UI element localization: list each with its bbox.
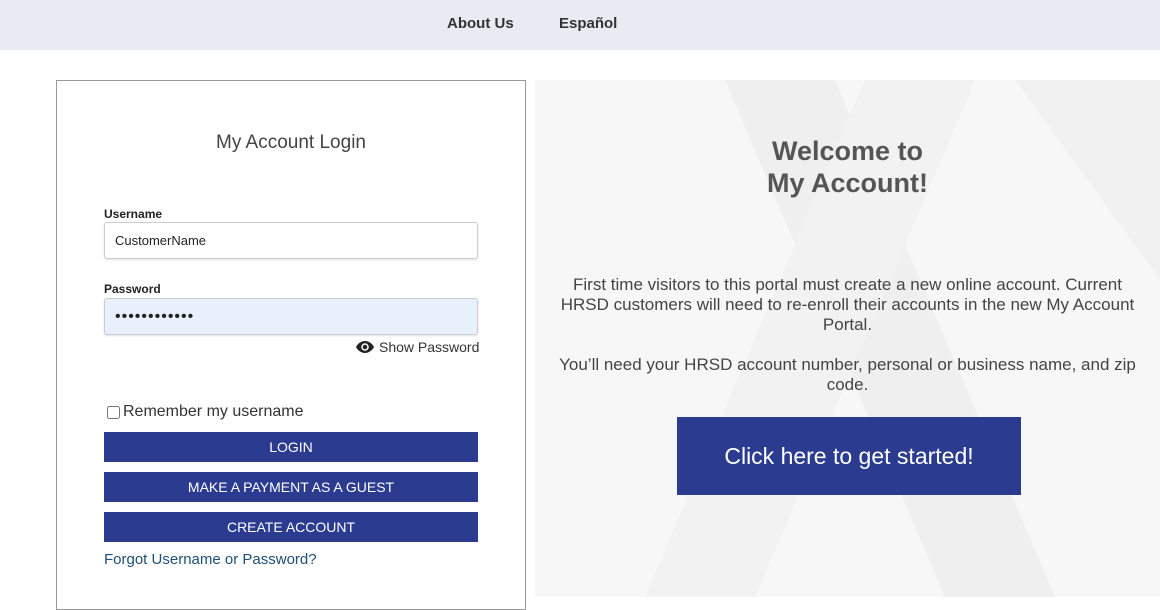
login-panel: My Account Login Username Password Show … (56, 80, 526, 610)
welcome-title-line2: My Account! (767, 168, 928, 198)
remember-checkbox[interactable] (107, 405, 120, 419)
eye-icon (356, 341, 374, 353)
login-button[interactable]: LOGIN (104, 432, 478, 462)
welcome-paragraph-2: You’ll need your HRSD account number, pe… (559, 355, 1136, 394)
username-label: Username (104, 207, 163, 221)
username-input[interactable] (104, 222, 478, 259)
welcome-paragraph-1: First time visitors to this portal must … (560, 275, 1135, 334)
nav-espanol-link[interactable]: Español (559, 15, 617, 32)
welcome-panel: Welcome to My Account! First time visito… (535, 80, 1160, 597)
login-title: My Account Login (216, 132, 366, 153)
get-started-button[interactable]: Click here to get started! (677, 417, 1021, 495)
guest-payment-button[interactable]: MAKE A PAYMENT AS A GUEST (104, 472, 478, 502)
welcome-title-line1: Welcome to (771, 136, 924, 166)
create-account-button[interactable]: CREATE ACCOUNT (104, 512, 478, 542)
password-input[interactable] (104, 298, 478, 335)
top-nav-bar: About Us Español (0, 0, 1160, 50)
show-password-toggle[interactable]: Show Password (356, 339, 479, 355)
forgot-credentials-link[interactable]: Forgot Username or Password? (104, 551, 317, 568)
remember-username[interactable]: Remember my username (107, 403, 304, 421)
remember-label: Remember my username (123, 403, 304, 420)
nav-about-us-link[interactable]: About Us (447, 15, 514, 32)
password-label: Password (104, 282, 161, 296)
show-password-label: Show Password (379, 339, 480, 355)
welcome-title: Welcome to My Account! (535, 135, 1160, 199)
